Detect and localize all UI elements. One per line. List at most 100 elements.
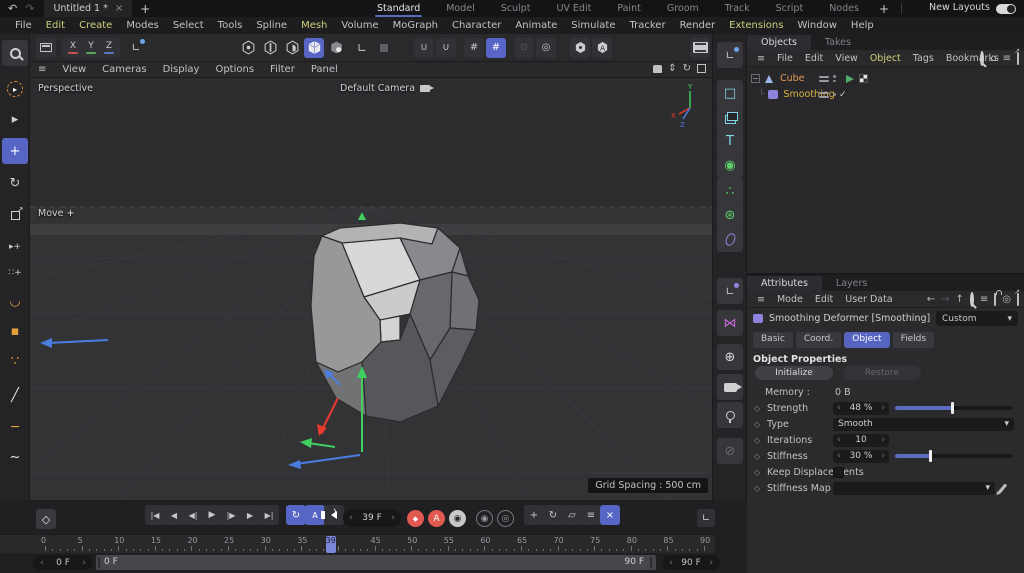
axis-ring-button[interactable]: ◎ [536, 38, 556, 58]
text-tool[interactable]: T [717, 128, 743, 154]
move-tool[interactable]: + [2, 138, 28, 164]
attr-hamburger-icon[interactable]: ≡ [751, 294, 771, 305]
attr-target-icon[interactable]: ◎ [1002, 294, 1011, 305]
menu-help[interactable]: Help [844, 20, 881, 31]
state-dot-icon[interactable] [833, 93, 836, 96]
attr-menu-user-data[interactable]: User Data [839, 294, 898, 305]
type-dropdown[interactable]: Smooth ▾ [833, 418, 1014, 431]
tweak-selection-tool[interactable]: ▸ [2, 106, 28, 132]
decrement-icon[interactable]: ‹ [837, 451, 841, 461]
attr-back-icon[interactable]: ← [927, 294, 935, 305]
menu-select[interactable]: Select [166, 20, 211, 31]
layout-tab-groom[interactable]: Groom [655, 1, 711, 16]
snap-button[interactable] [570, 38, 590, 58]
workplane-mode-button[interactable] [374, 38, 394, 58]
light-tool[interactable] [717, 402, 743, 428]
menu-file[interactable]: File [8, 20, 39, 31]
dolly-view-icon[interactable]: ⇕ [668, 63, 676, 74]
undo-icon[interactable]: ↶ [8, 2, 17, 15]
prev-frame-button[interactable]: ◀| [183, 505, 203, 525]
model-mode-button[interactable] [304, 38, 324, 58]
add-layout-icon[interactable]: + [873, 2, 895, 16]
viewport-menu-display[interactable]: Display [155, 64, 208, 75]
increment-icon[interactable]: › [881, 403, 885, 413]
viewport-menu-filter[interactable]: Filter [262, 64, 303, 75]
next-frame-button[interactable]: |▶ [221, 505, 241, 525]
tab-attributes[interactable]: Attributes [747, 276, 822, 291]
menu-edit[interactable]: Edit [39, 20, 72, 31]
key-diamond-icon[interactable]: ◇ [754, 404, 760, 413]
om-menu-edit[interactable]: Edit [799, 53, 829, 64]
cursor-move-tool[interactable]: ▸+ [2, 234, 28, 260]
layout-tab-uv-edit[interactable]: UV Edit [544, 1, 603, 16]
rotation-toggle-button[interactable]: ◎ [497, 510, 514, 527]
preset-dropdown[interactable]: Custom ▾ [936, 311, 1018, 326]
viewport-menu-options[interactable]: Options [207, 64, 262, 75]
edit-shader-icon[interactable] [998, 483, 1007, 493]
document-tab[interactable]: Untitled 1 * × [44, 0, 132, 17]
key-diamond-icon[interactable]: ◇ [754, 420, 760, 429]
playhead[interactable]: 39 [326, 536, 336, 553]
viewport-hamburger-icon[interactable]: ≡ [30, 64, 54, 75]
axis-center-button[interactable]: ⊙ [514, 38, 534, 58]
multi-move-tool[interactable]: ∷+ [2, 260, 28, 286]
axis-lock-z[interactable]: Z [101, 38, 117, 58]
quantize-grid-button[interactable]: # [486, 38, 506, 58]
om-search-icon[interactable] [980, 53, 984, 64]
new-layouts-label[interactable]: New Layouts [929, 2, 990, 13]
auto-snap-button[interactable]: A [592, 38, 612, 58]
menu-extensions[interactable]: Extensions [722, 20, 790, 31]
enabled-check-icon[interactable]: ✓ [839, 90, 847, 100]
workplane-grid-button[interactable]: # [464, 38, 484, 58]
find-tool[interactable] [2, 40, 28, 66]
snap-keys-button[interactable]: × [600, 505, 620, 525]
scale-keys-button[interactable]: ▱ [562, 505, 582, 525]
section-tab-fields[interactable]: Fields [893, 332, 934, 348]
range-grip-right[interactable] [650, 557, 652, 568]
keep-displacements-checkbox[interactable] [833, 467, 844, 478]
attr-up-icon[interactable]: ↑ [955, 294, 963, 305]
loop-playback-button[interactable]: ↻ [286, 505, 306, 525]
texture-tag-icon[interactable] [859, 74, 868, 83]
section-tab-object[interactable]: Object [844, 332, 889, 348]
live-selection-tool[interactable]: ▸ [2, 76, 28, 102]
current-frame-input[interactable]: ‹ 39 F › [343, 509, 401, 527]
spline-square-pen-tool[interactable]: ▪ [2, 318, 28, 344]
material-tool[interactable]: ⊘ [717, 438, 743, 464]
key-diamond-icon[interactable]: ◇ [754, 452, 760, 461]
attr-menu-mode[interactable]: Mode [771, 294, 809, 305]
maximize-view-icon[interactable] [697, 64, 706, 73]
autokey-button[interactable]: A [428, 510, 445, 527]
workplane-button[interactable]: ∟ [352, 38, 372, 58]
slider-handle[interactable] [929, 450, 932, 462]
tree-row-smoothing[interactable]: └ Smoothing ✓ [747, 87, 1024, 102]
move-keys-button[interactable]: + [524, 505, 544, 525]
menu-mograph[interactable]: MoGraph [386, 20, 445, 31]
goto-start-button[interactable]: |◀ [145, 505, 165, 525]
decrement-icon[interactable]: ‹ [837, 435, 841, 445]
rotate-keys-button[interactable]: ↻ [543, 505, 563, 525]
decrement-icon[interactable]: ‹ [837, 403, 841, 413]
edge-mode-button[interactable] [260, 38, 280, 58]
axis-lock-y[interactable]: Y [83, 38, 99, 58]
layer-icon[interactable] [819, 91, 829, 99]
layout-tab-sculpt[interactable]: Sculpt [489, 1, 543, 16]
layout-toggle[interactable] [996, 4, 1016, 14]
rotate-tool[interactable]: ↻ [2, 170, 28, 196]
menu-spline[interactable]: Spline [249, 20, 294, 31]
enable-axis-button[interactable]: ∪ [414, 38, 434, 58]
key-diamond-icon[interactable]: ◇ [754, 468, 760, 477]
expander-icon[interactable]: − [751, 74, 760, 83]
attr-forward-icon[interactable]: → [941, 294, 949, 305]
increment-icon[interactable]: › [881, 435, 885, 445]
menu-volume[interactable]: Volume [334, 20, 385, 31]
attr-menu-edit[interactable]: Edit [809, 294, 839, 305]
iterations-input[interactable]: ‹ 10 › [833, 434, 889, 447]
redo-icon[interactable]: ↷ [25, 2, 34, 15]
key-diamond-icon[interactable]: ◇ [754, 436, 760, 445]
range-start-input[interactable]: ‹ 0 F › [33, 555, 93, 570]
viewport-menu-panel[interactable]: Panel [303, 64, 346, 75]
layers-button[interactable]: ≡ [581, 505, 601, 525]
strength-slider[interactable] [895, 406, 1013, 410]
menu-create[interactable]: Create [72, 20, 119, 31]
